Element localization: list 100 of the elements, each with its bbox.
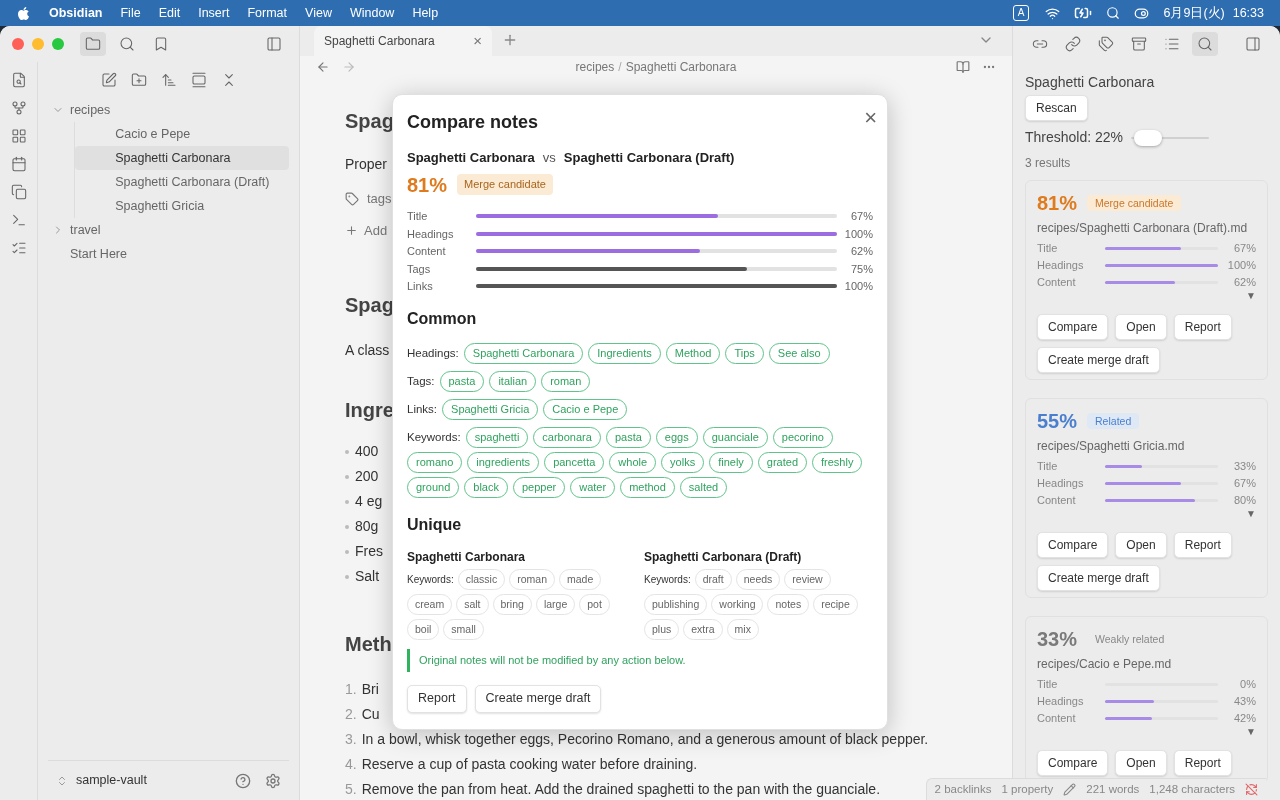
- input-source-badge[interactable]: A: [1012, 5, 1030, 21]
- expand-toggle[interactable]: ▼: [1246, 726, 1256, 738]
- metric-value: 100%: [843, 279, 873, 294]
- apple-icon: [16, 5, 31, 21]
- menu-date[interactable]: 6月9日(火): [1163, 3, 1225, 23]
- menu-item[interactable]: Help: [412, 3, 439, 23]
- file-tree-item[interactable]: Start Here: [48, 242, 289, 266]
- breadcrumb-folder[interactable]: recipes: [575, 58, 615, 76]
- action-button[interactable]: Report: [1173, 750, 1232, 776]
- menu-time[interactable]: 16:33: [1232, 3, 1264, 23]
- files-icon[interactable]: [80, 32, 106, 56]
- search-icon[interactable]: [1192, 32, 1218, 56]
- backlinks-count[interactable]: 2 backlinks: [934, 780, 992, 799]
- metric-label: Content: [1037, 710, 1077, 726]
- section-heading: Meth: [345, 632, 392, 657]
- ingredient-item: 80g: [355, 517, 379, 536]
- threshold-label: Threshold: 22%: [1025, 128, 1124, 147]
- group-label: Tags:: [407, 373, 435, 389]
- character-count: 1,248 characters: [1149, 781, 1235, 797]
- action-button[interactable]: Compare: [1037, 314, 1109, 340]
- metric-label: Title: [1037, 458, 1059, 474]
- match-badge: Merge candidate: [457, 174, 553, 195]
- group-label: Headings:: [407, 345, 459, 361]
- action-button[interactable]: Compare: [1037, 750, 1109, 776]
- breadcrumb-note[interactable]: Spaghetti Carbonara: [625, 58, 737, 76]
- note-name: Spaghetti Carbonara: [407, 149, 535, 167]
- action-button[interactable]: Compare: [1037, 532, 1109, 558]
- action-button[interactable]: Create merge draft: [1037, 565, 1160, 591]
- result-count: 3 results: [1025, 155, 1072, 172]
- action-button[interactable]: Rescan: [1025, 95, 1088, 121]
- menu-item[interactable]: View: [305, 3, 332, 23]
- action-button[interactable]: Report: [1173, 532, 1232, 558]
- note-title: Spag: [345, 109, 394, 134]
- close-button[interactable]: ×: [864, 101, 877, 134]
- note-path[interactable]: recipes/Spaghetti Gricia.md: [1037, 437, 1256, 455]
- properties-label: Proper: [345, 155, 388, 174]
- similarity-score: 55%: [1037, 411, 1078, 431]
- method-step: Cu: [361, 704, 380, 725]
- vault-name[interactable]: sample-vault: [76, 771, 227, 790]
- settings-icon: [265, 772, 281, 789]
- file-tree-item[interactable]: Spaghetti Carbonara: [75, 146, 289, 170]
- menu-item[interactable]: Edit: [158, 3, 181, 23]
- match-label: Weakly related: [1094, 631, 1166, 647]
- menu-item[interactable]: Window: [349, 3, 395, 23]
- file-tree-item[interactable]: travel: [48, 218, 289, 242]
- group-label: Links:: [407, 401, 438, 417]
- note-path[interactable]: recipes/Spaghetti Carbonara (Draft).md: [1037, 219, 1256, 237]
- bullet-icon: [345, 574, 349, 579]
- file-tree-item[interactable]: Cacio e Pepe: [75, 122, 289, 146]
- action-button[interactable]: Open: [1115, 314, 1167, 340]
- expand-toggle[interactable]: ▼: [1246, 290, 1256, 302]
- versus-label: vs: [542, 149, 556, 167]
- metric-value: 62%: [849, 244, 873, 259]
- note-heading: Spag: [345, 293, 394, 318]
- method-step: Reserve a cup of pasta cooking water before draining.: [361, 754, 698, 775]
- action-button[interactable]: Open: [1115, 750, 1167, 776]
- menu-item[interactable]: Format: [247, 3, 288, 23]
- metric-value: 67%: [1232, 240, 1256, 256]
- intro-text: A class: [345, 341, 390, 360]
- action-button[interactable]: Report: [407, 684, 467, 713]
- close-window-button[interactable]: [12, 38, 24, 50]
- metric-value: 80%: [1232, 492, 1256, 508]
- file-tree-item[interactable]: recipes: [48, 98, 289, 122]
- dialog-title: Compare notes: [407, 111, 539, 134]
- property-count[interactable]: 1 property: [1001, 780, 1054, 799]
- expand-toggle[interactable]: ▼: [1246, 508, 1256, 520]
- pencil-icon: [1063, 783, 1077, 796]
- action-button[interactable]: Create merge draft: [1037, 347, 1160, 373]
- note-name: Spaghetti Carbonara (Draft): [563, 149, 735, 167]
- metric-value: 42%: [1232, 710, 1256, 726]
- method-step: In a bowl, whisk together eggs, Pecorino Romano, and a generous amount of black pepper.: [361, 729, 929, 750]
- metric-value: 67%: [1232, 475, 1256, 491]
- note-path[interactable]: recipes/Cacio e Pepe.md: [1037, 655, 1256, 673]
- metric-label: Title: [1037, 240, 1059, 256]
- metric-value: 62%: [1232, 274, 1256, 290]
- file-tree-item[interactable]: Spaghetti Gricia: [75, 194, 289, 218]
- search-icon: [1106, 6, 1121, 20]
- note-name: Spaghetti Carbonara (Draft): [644, 549, 802, 566]
- slider-thumb[interactable]: [1134, 129, 1163, 146]
- tab-close-button[interactable]: ×: [473, 29, 482, 53]
- app-name[interactable]: Obsidian: [49, 3, 103, 23]
- method-step: Bri: [361, 679, 379, 700]
- back-icon: [316, 60, 330, 74]
- menu-item[interactable]: File: [120, 3, 141, 23]
- metric-label: Title: [1037, 676, 1059, 692]
- add-icon: [345, 223, 358, 237]
- metric-label: Links: [407, 279, 434, 294]
- similarity-score: 81%: [1037, 193, 1078, 213]
- action-button[interactable]: Create merge draft: [474, 684, 602, 713]
- zoom-window-button[interactable]: [52, 38, 64, 50]
- add-property-button[interactable]: Add: [364, 220, 388, 240]
- metric-label: Content: [407, 244, 447, 259]
- info-note: Original notes will not be modified by any action below.: [407, 649, 686, 672]
- menu-item[interactable]: Insert: [198, 3, 230, 23]
- action-button[interactable]: Open: [1115, 532, 1167, 558]
- file-tree-item[interactable]: Spaghetti Carbonara (Draft): [75, 170, 289, 194]
- bullet-icon: [345, 524, 349, 529]
- action-button[interactable]: Report: [1173, 314, 1232, 340]
- ingredient-item: Salt: [355, 567, 380, 586]
- note-tab[interactable]: Spaghetti Carbonara ×: [314, 26, 492, 56]
